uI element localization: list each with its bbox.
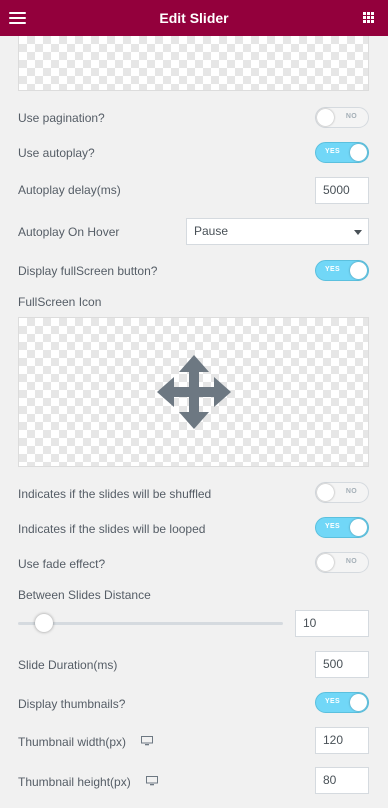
thumbnail-width-label: Thumbnail width(px) (18, 735, 127, 749)
switch-state-text: YES (325, 698, 340, 705)
use-pagination-switch[interactable]: NO (315, 107, 369, 128)
display-fullscreen-switch[interactable]: YES (315, 260, 369, 281)
autoplay-on-hover-label: Autoplay On Hover (18, 225, 120, 239)
use-pagination-label: Use pagination? (18, 111, 105, 125)
autoplay-delay-label: Autoplay delay(ms) (18, 183, 121, 197)
autoplay-delay-input[interactable]: 5000 (315, 177, 369, 204)
looped-label: Indicates if the slides will be looped (18, 522, 206, 536)
between-slides-distance-label: Between Slides Distance (18, 588, 151, 602)
fade-effect-label: Use fade effect? (18, 557, 106, 571)
caret-down-icon (354, 230, 362, 235)
switch-knob (317, 554, 334, 571)
switch-state-text: YES (325, 148, 340, 155)
switch-state-text: NO (345, 488, 357, 495)
slide-duration-input[interactable]: 500 (315, 651, 369, 678)
thumbnail-height-input[interactable]: 80 (315, 767, 369, 794)
select-value: Pause (194, 224, 229, 238)
switch-knob (317, 484, 334, 501)
distance-input[interactable]: 10 (295, 610, 369, 637)
use-autoplay-label: Use autoplay? (18, 146, 95, 160)
switch-knob (350, 144, 367, 161)
distance-slider-track[interactable] (18, 622, 283, 625)
looped-switch[interactable]: YES (315, 517, 369, 538)
switch-state-text: YES (325, 266, 340, 273)
thumbnail-height-label: Thumbnail height(px) (18, 775, 131, 789)
switch-knob (350, 694, 367, 711)
fullscreen-icon-label: FullScreen Icon (18, 295, 102, 309)
switch-state-text: NO (345, 558, 357, 565)
display-thumbnails-switch[interactable]: YES (315, 692, 369, 713)
switch-knob (317, 109, 334, 126)
thumbnail-width-input[interactable]: 120 (315, 727, 369, 754)
distance-slider-handle[interactable] (35, 614, 53, 632)
display-thumbnails-label: Display thumbnails? (18, 697, 126, 711)
autoplay-on-hover-select[interactable]: Pause (186, 218, 369, 245)
fullscreen-icon-preview[interactable] (18, 317, 369, 467)
panel-title: Edit Slider (159, 10, 229, 26)
image-preview[interactable] (18, 36, 369, 91)
fade-effect-switch[interactable]: NO (315, 552, 369, 573)
desktop-icon[interactable] (141, 736, 153, 746)
widgets-grid-icon[interactable] (363, 12, 374, 23)
switch-state-text: YES (325, 523, 340, 530)
switch-state-text: NO (345, 113, 357, 120)
display-fullscreen-label: Display fullScreen button? (18, 264, 158, 278)
desktop-icon[interactable] (146, 776, 158, 786)
panel-header: Edit Slider (0, 0, 388, 36)
switch-knob (350, 519, 367, 536)
shuffled-label: Indicates if the slides will be shuffled (18, 487, 212, 501)
switch-knob (350, 262, 367, 279)
hamburger-menu-icon[interactable] (9, 12, 26, 24)
arrows-move-icon (156, 355, 231, 429)
shuffled-switch[interactable]: NO (315, 482, 369, 503)
slide-duration-label: Slide Duration(ms) (18, 658, 118, 672)
use-autoplay-switch[interactable]: YES (315, 142, 369, 163)
